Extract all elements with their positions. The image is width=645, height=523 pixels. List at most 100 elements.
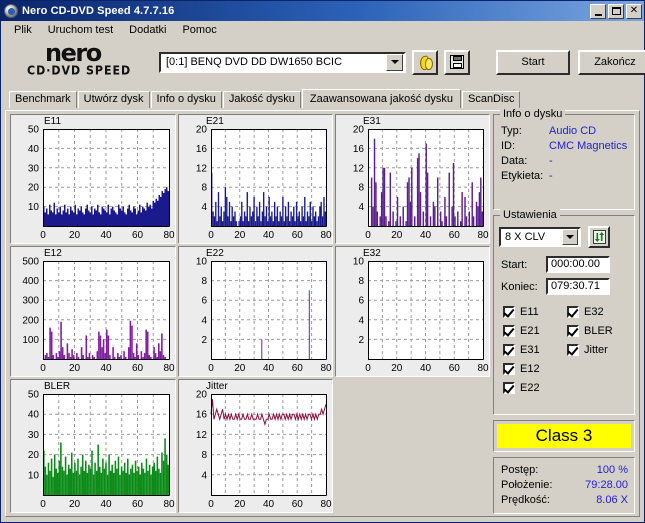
- disc-info-value-data: -: [549, 155, 553, 167]
- chart-e21-plot: 481216200 20 40 60 80: [196, 125, 332, 242]
- svg-text:40: 40: [420, 363, 432, 374]
- quit-button[interactable]: Zakończ: [578, 49, 645, 75]
- disc-info-row-id: ID: CMC Magnetics: [494, 139, 634, 154]
- chart-e21-title: E21: [206, 116, 224, 127]
- svg-text:80: 80: [477, 230, 489, 241]
- svg-text:60: 60: [449, 363, 461, 374]
- svg-text:40: 40: [28, 410, 40, 421]
- checkbox-box: [567, 305, 579, 318]
- menu-item-uruchom-test[interactable]: Uruchom test: [40, 22, 121, 38]
- tab-zaawansowana-jakosc-dysku[interactable]: Zaawansowana jakość dysku: [301, 89, 461, 108]
- chart-e21: E21 4 8 12 16 20 0 20 40 60 80: [178, 114, 333, 244]
- close-button[interactable]: ✕: [626, 3, 642, 19]
- disc-info-group: Info o dysku Typ: Audio CD ID: CMC Magne…: [493, 108, 635, 210]
- checkbox-e21[interactable]: E21: [503, 321, 567, 340]
- svg-text:4: 4: [358, 202, 364, 213]
- checkbox-box: [503, 324, 515, 337]
- chart-e32: E32 2 4 6 8 10 0 20 40 60 80: [335, 246, 490, 377]
- drive-select-value: [0:1] BENQ DVD DD DW1650 BCIC: [166, 56, 343, 68]
- drive-select[interactable]: [0:1] BENQ DVD DD DW1650 BCIC: [159, 51, 406, 73]
- svg-text:2: 2: [201, 335, 207, 346]
- settings-group: Ustawienia 8 X CLV Start: 000:00.00 Koni…: [493, 209, 635, 415]
- disc-info-row-typ: Typ: Audio CD: [494, 124, 634, 139]
- chevron-down-icon[interactable]: [562, 229, 578, 245]
- svg-text:12: 12: [196, 163, 208, 174]
- svg-text:20: 20: [28, 183, 40, 194]
- checkbox-e22[interactable]: E22: [503, 378, 567, 397]
- checkbox-bler[interactable]: BLER: [567, 321, 631, 340]
- svg-text:60: 60: [132, 230, 144, 241]
- start-button[interactable]: Start: [496, 49, 570, 75]
- checkbox-e11[interactable]: E11: [503, 302, 567, 321]
- checkbox-e12[interactable]: E12: [503, 359, 567, 378]
- minimize-button[interactable]: [590, 3, 606, 19]
- chart-bler: BLER 10 20 30 40 50 0 20 40 60 80: [10, 379, 176, 513]
- chart-e31-plot: 481216200 20 40 60 80: [353, 125, 489, 242]
- disc-info-key-id: ID:: [501, 140, 516, 152]
- svg-text:20: 20: [234, 230, 246, 241]
- svg-text:8: 8: [358, 276, 364, 287]
- svg-text:4: 4: [201, 315, 207, 326]
- svg-text:12: 12: [196, 430, 208, 441]
- checkbox-e31[interactable]: E31: [503, 340, 567, 359]
- window-controls: ✕: [590, 3, 642, 19]
- chart-e22-title: E22: [206, 248, 224, 259]
- refresh-button[interactable]: [588, 226, 610, 248]
- window-title: Nero CD-DVD Speed 4.7.7.16: [22, 5, 175, 17]
- svg-text:20: 20: [391, 230, 403, 241]
- nero-disc-icon: [4, 4, 18, 18]
- start-time-input[interactable]: 000:00.00: [546, 256, 610, 273]
- tab-info-o-dysku[interactable]: Info o dysku: [150, 91, 222, 108]
- menu-bar: Plik Uruchom test Dodatki Pomoc: [1, 21, 644, 40]
- status-value-speed: 8.06 X: [596, 494, 628, 506]
- chart-jitter-title: Jitter: [206, 381, 228, 392]
- svg-text:80: 80: [163, 499, 175, 510]
- speed-select[interactable]: 8 X CLV: [499, 227, 581, 247]
- end-time-input[interactable]: 079:30.71: [546, 278, 610, 295]
- checkbox-box: [503, 343, 515, 356]
- save-button[interactable]: [444, 49, 470, 75]
- svg-text:60: 60: [292, 363, 304, 374]
- svg-text:10: 10: [28, 470, 40, 481]
- status-row-position: Położenie: 79:28.00: [501, 478, 628, 493]
- svg-text:6: 6: [358, 296, 364, 307]
- chart-e11: E11 10 20 30 40 50 0 20 40 60 80: [10, 114, 176, 244]
- svg-text:20: 20: [391, 363, 403, 374]
- svg-text:80: 80: [320, 230, 332, 241]
- svg-text:16: 16: [353, 144, 365, 155]
- maximize-button[interactable]: [608, 3, 624, 19]
- svg-text:16: 16: [196, 144, 208, 155]
- svg-text:8: 8: [358, 183, 364, 194]
- close-icon: ✕: [629, 5, 639, 16]
- disc-info-key-data: Data:: [501, 155, 528, 167]
- checkbox-box: [503, 362, 515, 375]
- status-panel: Postęp: 100 % Położenie: 79:28.00 Prędko…: [493, 457, 635, 514]
- toolbar: nero CD·DVD SPEED [0:1] BENQ DVD DD DW16…: [5, 41, 645, 83]
- tab-scandisc[interactable]: ScanDisc: [461, 91, 521, 108]
- menu-item-pomoc[interactable]: Pomoc: [174, 22, 224, 38]
- menu-item-plik[interactable]: Plik: [6, 22, 40, 38]
- tab-benchmark[interactable]: Benchmark: [9, 91, 77, 108]
- svg-text:8: 8: [201, 450, 207, 461]
- start-time-label: Start:: [501, 258, 528, 271]
- svg-text:40: 40: [100, 499, 112, 510]
- tab-utworz-dysk[interactable]: Utwórz dysk: [77, 91, 150, 108]
- svg-text:0: 0: [40, 230, 46, 241]
- svg-text:80: 80: [320, 499, 332, 510]
- checkbox-column-left: E11 E21 E31 E12 E22: [503, 302, 567, 397]
- disc-info-row-data: Data: -: [494, 154, 634, 169]
- start-time-row: Start: 000:00.00: [494, 248, 634, 273]
- svg-text:40: 40: [263, 499, 275, 510]
- burn-button[interactable]: [412, 49, 438, 75]
- svg-text:6: 6: [201, 296, 207, 307]
- svg-text:0: 0: [365, 230, 371, 241]
- svg-text:0: 0: [208, 499, 214, 510]
- checkbox-jitter[interactable]: Jitter: [567, 340, 631, 359]
- chevron-down-icon[interactable]: [386, 53, 403, 71]
- svg-text:40: 40: [100, 230, 112, 241]
- checkbox-e32[interactable]: E32: [567, 302, 631, 321]
- menu-item-dodatki[interactable]: Dodatki: [121, 22, 174, 38]
- svg-text:400: 400: [22, 276, 39, 287]
- error-checkbox-grid: E11 E21 E31 E12 E22 E32 BLER Jitter: [494, 295, 634, 400]
- tab-jakosc-dysku[interactable]: Jakość dysku: [222, 91, 301, 108]
